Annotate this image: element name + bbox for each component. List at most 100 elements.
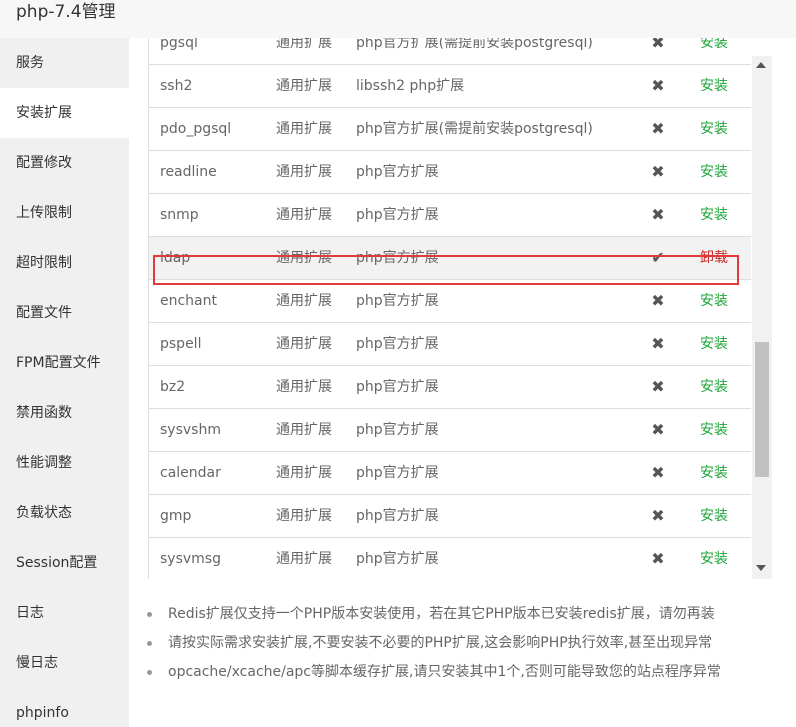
tip-text: 请按实际需求安装扩展,不要安装不必要的PHP扩展,这会影响PHP执行效率,甚至出… bbox=[168, 635, 713, 651]
table-row: enchant 通用扩展 php官方扩展 ✖ 安装 bbox=[149, 280, 751, 323]
extension-name: sysvmsg bbox=[160, 551, 221, 567]
sidebar-item[interactable]: 服务 bbox=[0, 38, 129, 88]
sidebar-item[interactable]: 慢日志 bbox=[0, 638, 129, 688]
extension-type: 通用扩展 bbox=[276, 38, 332, 51]
extension-type: 通用扩展 bbox=[276, 293, 332, 309]
bullet-icon bbox=[147, 641, 152, 646]
install-button[interactable]: 安装 bbox=[700, 151, 728, 193]
scrollbar-thumb[interactable] bbox=[755, 342, 769, 477]
extension-description: php官方扩展 bbox=[356, 422, 439, 438]
extension-type: 通用扩展 bbox=[276, 422, 332, 438]
x-icon: ✖ bbox=[651, 205, 665, 224]
extension-type: 通用扩展 bbox=[276, 336, 332, 352]
extension-description: php官方扩展 bbox=[356, 508, 439, 524]
x-icon: ✖ bbox=[651, 76, 665, 95]
x-icon: ✖ bbox=[651, 506, 665, 525]
sidebar-item[interactable]: 禁用函数 bbox=[0, 388, 129, 438]
extension-name: bz2 bbox=[160, 379, 186, 395]
sidebar-item[interactable]: FPM配置文件 bbox=[0, 338, 129, 388]
table-row: bz2 通用扩展 php官方扩展 ✖ 安装 bbox=[149, 366, 751, 409]
tip-item: opcache/xcache/apc等脚本缓存扩展,请只安装其中1个,否则可能导… bbox=[147, 662, 787, 691]
sidebar: 服务 安装扩展 配置修改 上传限制 超时限制 配置文件 FPM配置文件 禁用函数 性能调整 负载状… bbox=[0, 38, 129, 727]
table-scrollbar[interactable] bbox=[752, 56, 772, 579]
table-row: calendar 通用扩展 php官方扩展 ✖ 安装 bbox=[149, 452, 751, 495]
sidebar-item[interactable]: 超时限制 bbox=[0, 238, 129, 288]
table-row: sysvshm 通用扩展 php官方扩展 ✖ 安装 bbox=[149, 409, 751, 452]
scroll-down-arrow-icon[interactable] bbox=[756, 565, 766, 571]
extension-type: 通用扩展 bbox=[276, 164, 332, 180]
extension-description: php官方扩展 bbox=[356, 379, 439, 395]
extension-description: php官方扩展(需提前安装postgresql) bbox=[356, 38, 593, 51]
table-row: gmp 通用扩展 php官方扩展 ✖ 安装 bbox=[149, 495, 751, 538]
extension-type: 通用扩展 bbox=[276, 551, 332, 567]
x-icon: ✖ bbox=[651, 119, 665, 138]
extension-name: readline bbox=[160, 164, 217, 180]
extension-name: snmp bbox=[160, 207, 199, 223]
extension-description: php官方扩展(需提前安装postgresql) bbox=[356, 121, 593, 137]
tip-item: Redis扩展仅支持一个PHP版本安装使用，若在其它PHP版本已安装redis扩… bbox=[147, 604, 787, 633]
install-button[interactable]: 安装 bbox=[700, 495, 728, 537]
install-button[interactable]: 安装 bbox=[700, 108, 728, 150]
extension-description: php官方扩展 bbox=[356, 293, 439, 309]
extension-description: php官方扩展 bbox=[356, 207, 439, 223]
check-icon: ✔ bbox=[651, 248, 665, 267]
sidebar-item[interactable]: 安装扩展 bbox=[0, 88, 129, 138]
table-row: pgsql 通用扩展 php官方扩展(需提前安装postgresql) ✖ 安装 bbox=[149, 38, 751, 65]
install-button[interactable]: 安装 bbox=[700, 194, 728, 236]
table-row: ldap 通用扩展 php官方扩展 ✔ 卸载 bbox=[149, 237, 751, 280]
uninstall-button[interactable]: 卸载 bbox=[700, 237, 728, 279]
window-title: php-7.4管理 bbox=[16, 2, 116, 22]
sidebar-item[interactable]: 日志 bbox=[0, 588, 129, 638]
table-row: pdo_pgsql 通用扩展 php官方扩展(需提前安装postgresql) ✖ 安装 bbox=[149, 108, 751, 151]
extension-name: pgsql bbox=[160, 38, 198, 51]
window-titlebar: php-7.4管理 bbox=[0, 0, 796, 38]
sidebar-item[interactable]: phpinfo bbox=[0, 688, 129, 727]
table-row: sysvmsg 通用扩展 php官方扩展 ✖ 安装 bbox=[149, 538, 751, 579]
extension-type: 通用扩展 bbox=[276, 78, 332, 94]
extension-description: php官方扩展 bbox=[356, 551, 439, 567]
sidebar-item[interactable]: 上传限制 bbox=[0, 188, 129, 238]
extension-name: ssh2 bbox=[160, 78, 193, 94]
extension-description: php官方扩展 bbox=[356, 250, 439, 266]
x-icon: ✖ bbox=[651, 463, 665, 482]
bullet-icon bbox=[147, 612, 152, 617]
extension-name: calendar bbox=[160, 465, 221, 481]
tips-list: Redis扩展仅支持一个PHP版本安装使用，若在其它PHP版本已安装redis扩… bbox=[147, 604, 787, 691]
x-icon: ✖ bbox=[651, 377, 665, 396]
install-button[interactable]: 安装 bbox=[700, 323, 728, 365]
scroll-up-arrow-icon[interactable] bbox=[756, 62, 766, 68]
main-panel: pgsql 通用扩展 php官方扩展(需提前安装postgresql) ✖ 安装 ssh2… bbox=[129, 38, 796, 727]
install-button[interactable]: 安装 bbox=[700, 65, 728, 107]
bullet-icon bbox=[147, 670, 152, 675]
extension-name: gmp bbox=[160, 508, 192, 524]
table-row: ssh2 通用扩展 libssh2 php扩展 ✖ 安装 bbox=[149, 65, 751, 108]
install-button[interactable]: 安装 bbox=[700, 409, 728, 451]
extension-name: pspell bbox=[160, 336, 202, 352]
x-icon: ✖ bbox=[651, 291, 665, 310]
install-button[interactable]: 安装 bbox=[700, 538, 728, 579]
extensions-table[interactable]: pgsql 通用扩展 php官方扩展(需提前安装postgresql) ✖ 安装 ssh2… bbox=[148, 38, 769, 579]
extension-name: enchant bbox=[160, 293, 217, 309]
install-button[interactable]: 安装 bbox=[700, 452, 728, 494]
x-icon: ✖ bbox=[651, 549, 665, 568]
install-button[interactable]: 安装 bbox=[700, 38, 728, 64]
extension-description: php官方扩展 bbox=[356, 465, 439, 481]
extension-type: 通用扩展 bbox=[276, 508, 332, 524]
extension-type: 通用扩展 bbox=[276, 250, 332, 266]
x-icon: ✖ bbox=[651, 162, 665, 181]
extension-description: libssh2 php扩展 bbox=[356, 78, 465, 94]
sidebar-item[interactable]: 配置修改 bbox=[0, 138, 129, 188]
sidebar-item[interactable]: 负载状态 bbox=[0, 488, 129, 538]
extension-type: 通用扩展 bbox=[276, 207, 332, 223]
install-button[interactable]: 安装 bbox=[700, 280, 728, 322]
sidebar-item[interactable]: Session配置 bbox=[0, 538, 129, 588]
extension-type: 通用扩展 bbox=[276, 379, 332, 395]
extension-name: pdo_pgsql bbox=[160, 121, 232, 137]
x-icon: ✖ bbox=[651, 420, 665, 439]
sidebar-item[interactable]: 配置文件 bbox=[0, 288, 129, 338]
install-button[interactable]: 安装 bbox=[700, 366, 728, 408]
tip-item: 请按实际需求安装扩展,不要安装不必要的PHP扩展,这会影响PHP执行效率,甚至出… bbox=[147, 633, 787, 662]
table-row: readline 通用扩展 php官方扩展 ✖ 安装 bbox=[149, 151, 751, 194]
extension-type: 通用扩展 bbox=[276, 121, 332, 137]
sidebar-item[interactable]: 性能调整 bbox=[0, 438, 129, 488]
